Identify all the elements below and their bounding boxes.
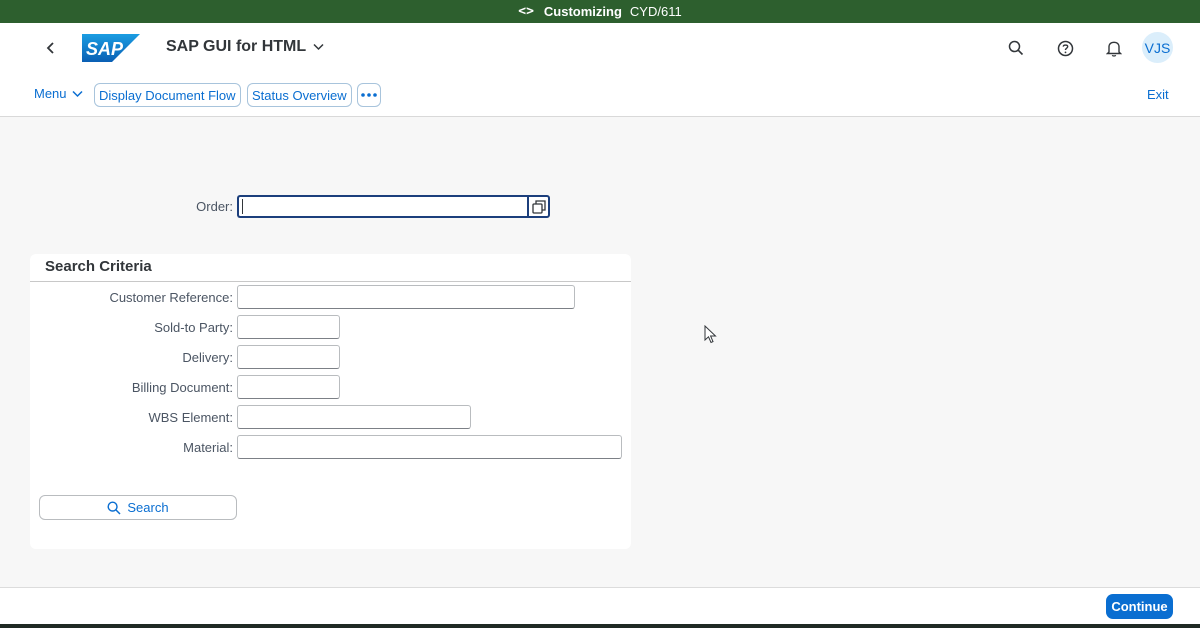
shell-bar: SAP SAP GUI for HTML VJS xyxy=(0,23,1200,73)
menu-label: Menu xyxy=(34,86,67,101)
order-input[interactable] xyxy=(237,195,528,218)
order-label: Order: xyxy=(196,199,233,214)
search-label: Search xyxy=(127,500,169,515)
sold-to-party-label: Sold-to Party: xyxy=(154,320,233,335)
chevron-down-icon xyxy=(72,90,83,97)
customer-reference-label: Customer Reference: xyxy=(109,290,233,305)
material-input[interactable] xyxy=(237,435,622,459)
delivery-label: Delivery: xyxy=(182,350,233,365)
wbs-element-input[interactable] xyxy=(237,405,471,429)
system-bar: <> Customizing CYD/611 xyxy=(0,0,1200,23)
panel-title: Search Criteria xyxy=(45,258,152,275)
system-id: CYD/611 xyxy=(629,4,682,19)
search-icon xyxy=(107,500,121,515)
search-button[interactable]: Search xyxy=(39,495,237,520)
notifications-button[interactable] xyxy=(1103,37,1125,59)
continue-button[interactable]: Continue xyxy=(1106,594,1173,619)
status-overview-button[interactable]: Status Overview xyxy=(247,83,352,107)
order-value-help-button[interactable] xyxy=(527,195,550,218)
text-caret xyxy=(242,199,243,214)
billing-document-label: Billing Document: xyxy=(131,380,233,395)
chevron-left-icon xyxy=(46,42,54,54)
help-icon xyxy=(1057,40,1073,56)
bottom-strip xyxy=(0,624,1200,628)
customer-reference-input[interactable] xyxy=(237,285,575,309)
exit-button[interactable]: Exit xyxy=(1147,87,1169,102)
search-icon-button[interactable] xyxy=(1005,37,1027,59)
application-toolbar: Menu Display Document Flow Status Overvi… xyxy=(0,73,1200,117)
transaction-name: Customizing xyxy=(543,4,622,19)
value-help-icon xyxy=(531,199,546,214)
divider xyxy=(30,281,631,282)
menu-button[interactable]: Menu xyxy=(34,86,83,101)
back-button[interactable] xyxy=(40,37,62,59)
help-button[interactable] xyxy=(1054,37,1076,59)
material-label: Material: xyxy=(183,440,233,455)
bell-icon xyxy=(1106,41,1122,57)
wbs-element-label: WBS Element: xyxy=(148,410,233,425)
overflow-icon xyxy=(361,93,377,97)
search-criteria-panel: Search Criteria Customer Reference: Sold… xyxy=(30,254,631,549)
mouse-pointer-icon xyxy=(704,325,717,344)
sap-logo[interactable]: SAP xyxy=(82,34,140,62)
search-icon xyxy=(1008,40,1024,56)
sold-to-party-input[interactable] xyxy=(237,315,340,339)
billing-document-input[interactable] xyxy=(237,375,340,399)
app-title: SAP GUI for HTML xyxy=(166,38,307,55)
footer-bar: Continue xyxy=(0,587,1200,624)
code-icon[interactable]: <> xyxy=(518,4,534,19)
user-avatar[interactable]: VJS xyxy=(1142,32,1173,63)
more-button[interactable] xyxy=(357,83,381,107)
logo-text: SAP xyxy=(86,39,124,59)
delivery-input[interactable] xyxy=(237,345,340,369)
chevron-down-icon xyxy=(313,43,324,51)
display-document-flow-button[interactable]: Display Document Flow xyxy=(94,83,241,107)
app-title-menu[interactable]: SAP GUI for HTML xyxy=(166,38,324,56)
